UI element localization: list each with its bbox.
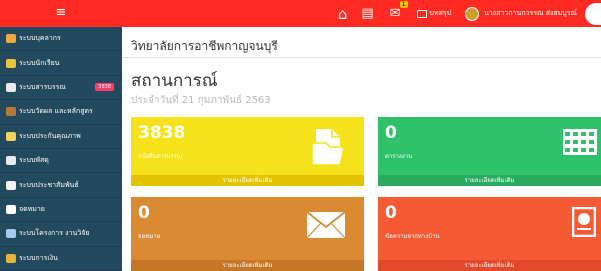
news-icon[interactable]: ▤ xyxy=(361,6,373,21)
sidebar-item-finance[interactable]: ระบบการเงิน xyxy=(0,247,122,271)
students-icon xyxy=(6,58,16,68)
assessment-icon xyxy=(6,107,16,117)
documents-icon xyxy=(6,82,16,92)
sidebar-item-label: ระบบบุคลากร xyxy=(19,34,61,43)
calendar-icon xyxy=(563,129,597,155)
sidebar-item-label: ระบบประชาสัมพันธ์ xyxy=(19,180,79,189)
profile-button[interactable] xyxy=(585,2,601,25)
documents-card: 3838 หนังสือสารบรรณ รายละเอียดเพิ่มเติม xyxy=(131,117,364,186)
sidebar-item-projects[interactable]: ระบบโครงการ งานวิจัย xyxy=(0,222,122,247)
sidebar-item-label: ระบบสารบรรณ xyxy=(19,82,66,91)
notification-badge: 1 xyxy=(399,1,408,8)
mail-count: 0 xyxy=(138,203,150,223)
notification-glyph: ✉ xyxy=(389,6,401,21)
messages-label: ข้อความจากทางบ้าน xyxy=(385,233,440,240)
file-icon xyxy=(311,129,345,166)
summary-label: บทสรุป xyxy=(429,9,452,17)
mail-card: 0 จดหมาย รายละเอียดเพิ่มเติม xyxy=(131,197,364,271)
sidebar-item-supplies[interactable]: ระบบพัสดุ xyxy=(0,149,122,174)
summary-link[interactable]: บทสรุป xyxy=(416,8,452,19)
personnel-icon xyxy=(6,34,16,44)
messages-more-link[interactable]: รายละเอียดเพิ่มเติม xyxy=(378,260,601,271)
documents-label: หนังสือสารบรรณ xyxy=(138,153,183,160)
public-relations-icon xyxy=(6,180,16,190)
user-name[interactable]: นางสาวกานกวรรณ ส่งสมบูรณ์ xyxy=(484,8,577,19)
documents-more-link[interactable]: รายละเอียดเพิ่มเติม xyxy=(131,175,364,186)
date-subtitle: ประจำวันที่ 21 กุมภาพันธ์ 2563 xyxy=(131,95,271,106)
sidebar-item-documents[interactable]: ระบบสารบรรณ 3838 xyxy=(0,76,122,101)
documents-count: 3838 xyxy=(138,123,186,143)
finance-icon xyxy=(6,253,16,263)
sidebar-item-assessment[interactable]: ระบบวัดผล และหลักสูตร xyxy=(0,100,122,125)
summary-icon xyxy=(416,9,427,18)
divider xyxy=(122,57,601,58)
home-icon[interactable]: ⌂ xyxy=(338,5,348,23)
sidebar-item-quality-assurance[interactable]: ระบบประกันคุณภาพ xyxy=(0,125,122,149)
envelope-icon xyxy=(306,211,346,239)
schedule-count: 0 xyxy=(385,123,397,143)
schedule-label: ตารางงาน xyxy=(385,153,413,160)
avatar[interactable] xyxy=(465,6,480,21)
sidebar-item-public-relations[interactable]: ระบบประชาสัมพันธ์ xyxy=(0,173,122,198)
sidebar-item-students[interactable]: ระบบนักเรียน xyxy=(0,51,122,76)
sidebar: ระบบบุคลากร ระบบนักเรียน ระบบสารบรรณ 3838… xyxy=(0,27,122,271)
thumbs-up-icon xyxy=(6,131,16,141)
messages-count: 0 xyxy=(385,203,397,223)
certificate-icon xyxy=(572,207,596,237)
messages-card: 0 ข้อความจากทางบ้าน รายละเอียดเพิ่มเติม xyxy=(378,197,601,271)
mail-label: จดหมาย xyxy=(138,233,161,240)
sidebar-item-label: ระบบนักเรียน xyxy=(19,58,60,67)
mail-more-link[interactable]: รายละเอียดเพิ่มเติม xyxy=(131,260,364,271)
mail-icon xyxy=(6,204,16,214)
documents-count-badge: 3838 xyxy=(95,83,114,92)
topbar-right: ⌂ ▤ ✉ 1 บทสรุป นางสาวกานกวรรณ ส่งสมบูรณ์ xyxy=(338,0,601,27)
sidebar-item-label: ระบบประกันคุณภาพ xyxy=(19,131,81,140)
supplies-icon xyxy=(6,156,16,166)
top-navbar: ≡ ⌂ ▤ ✉ 1 บทสรุป นางสาวกานกวรรณ ส่งสมบูร… xyxy=(0,0,601,27)
college-name: วิทยาลัยการอาชีพกาญจนบุรี xyxy=(131,39,278,53)
sidebar-item-label: จดหมาย xyxy=(19,204,45,213)
notification-icon[interactable]: ✉ 1 xyxy=(389,1,408,21)
menu-toggle-icon[interactable]: ≡ xyxy=(51,3,71,23)
sidebar-item-mail[interactable]: จดหมาย xyxy=(0,198,122,223)
projects-icon xyxy=(6,229,16,239)
page-title: สถานการณ์ xyxy=(131,71,218,91)
sidebar-item-personnel[interactable]: ระบบบุคลากร xyxy=(0,27,122,52)
sidebar-item-label: ระบบวัดผล และหลักสูตร xyxy=(19,107,93,116)
schedule-card: 0 ตารางงาน รายละเอียดเพิ่มเติม xyxy=(378,117,601,186)
sidebar-item-label: ระบบโครงการ งานวิจัย xyxy=(19,229,90,238)
schedule-more-link[interactable]: รายละเอียดเพิ่มเติม xyxy=(378,175,601,186)
sidebar-item-label: ระบบพัสดุ xyxy=(19,156,49,165)
sidebar-item-label: ระบบการเงิน xyxy=(19,253,58,262)
